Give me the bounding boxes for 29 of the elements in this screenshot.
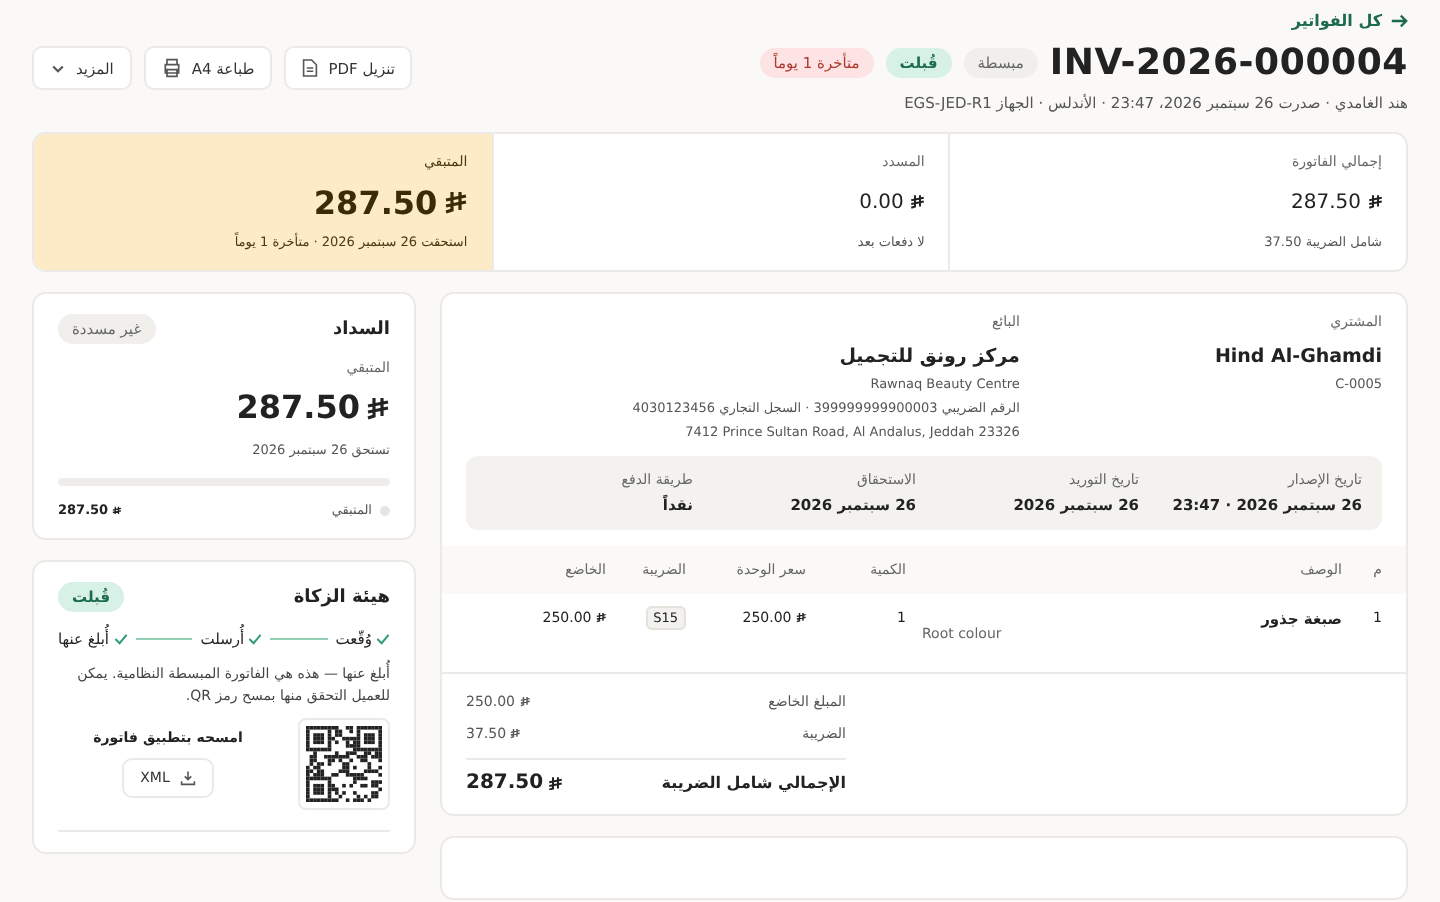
- buyer-name: Hind Al-Ghamdi: [1212, 346, 1382, 368]
- remaining-amount: 287.50: [236, 388, 390, 426]
- summary-amount: 287.50: [313, 183, 468, 221]
- summary-amount: 0.00: [859, 191, 925, 213]
- total-amount: 287.50: [466, 772, 563, 794]
- arrow-icon: [1390, 12, 1408, 30]
- card-title: السداد: [332, 319, 390, 339]
- legend-dot: [380, 505, 390, 515]
- riyal-icon: [366, 395, 390, 419]
- download-icon: [179, 770, 196, 786]
- riyal-icon: [909, 194, 925, 210]
- riyal-icon: [443, 190, 468, 214]
- qr-code-icon: [298, 718, 390, 810]
- seller-name: مركز رونق للتجميل: [837, 346, 1020, 368]
- document-icon: [302, 58, 319, 78]
- printer-icon: [161, 58, 182, 78]
- riyal-icon: [519, 696, 530, 708]
- riyal-icon: [795, 612, 806, 624]
- riyal-icon: [510, 728, 521, 740]
- summary-amount: 287.50: [1291, 191, 1382, 213]
- invoice-number: INV-2026-000004: [1049, 42, 1408, 84]
- back-link[interactable]: كل الفواتير: [1291, 12, 1408, 30]
- caret-icon: [50, 60, 66, 76]
- riyal-icon: [112, 505, 122, 515]
- card-title: هيئة الزكاة: [293, 587, 390, 607]
- riyal-icon: [1367, 194, 1382, 210]
- riyal-icon: [547, 775, 563, 791]
- total-label: الإجمالي شامل الضريبة: [661, 774, 846, 792]
- riyal-icon: [595, 612, 606, 624]
